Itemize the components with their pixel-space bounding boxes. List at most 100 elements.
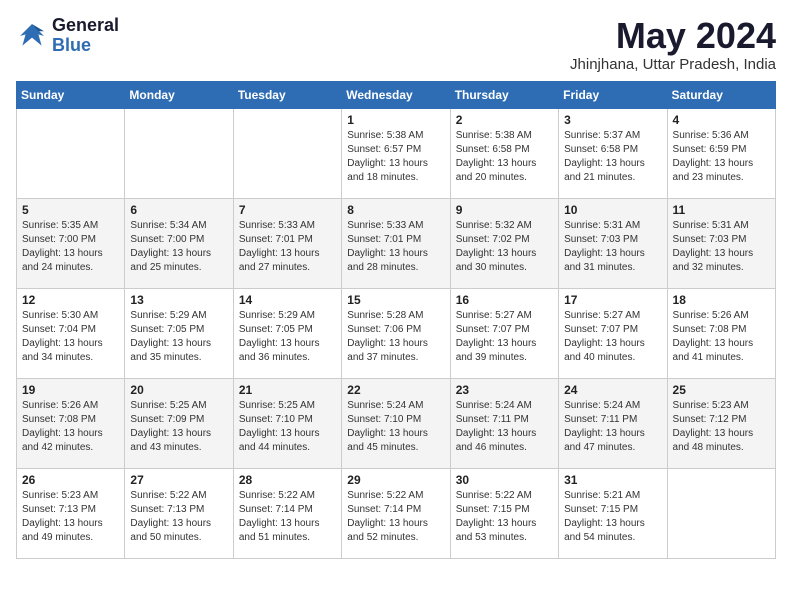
day-number: 14 <box>239 293 336 307</box>
calendar-cell: 11 Sunrise: 5:31 AMSunset: 7:03 PMDayligh… <box>667 198 775 288</box>
day-number: 3 <box>564 113 661 127</box>
cell-content: Sunrise: 5:34 AMSunset: 7:00 PMDaylight:… <box>130 219 227 275</box>
cell-content: Sunrise: 5:38 AMSunset: 6:58 PMDaylight:… <box>456 129 553 185</box>
day-number: 1 <box>347 113 444 127</box>
week-row-2: 5Sunrise: 5:35 AMSunset: 7:00 PMDaylight… <box>17 198 776 288</box>
cell-content: Sunrise: 5:29 AMSunset: 7:05 PMDaylight:… <box>130 309 227 365</box>
day-number: 27 <box>130 473 227 487</box>
month-title: May 2024 <box>570 16 776 56</box>
page-header: General Blue May 2024 Jhinjhana, Uttar P… <box>16 16 776 73</box>
day-number: 16 <box>456 293 553 307</box>
cell-content: Sunrise: 5:23 AMSunset: 7:13 PMDaylight:… <box>22 489 119 545</box>
calendar-cell: 5Sunrise: 5:35 AMSunset: 7:00 PMDaylight… <box>17 198 125 288</box>
cell-content: Sunrise: 5:26 AMSunset: 7:08 PMDaylight:… <box>22 399 119 455</box>
day-number: 17 <box>564 293 661 307</box>
day-number: 24 <box>564 383 661 397</box>
cell-content: Sunrise: 5:22 AMSunset: 7:13 PMDaylight:… <box>130 489 227 545</box>
calendar-cell: 24 Sunrise: 5:24 AMSunset: 7:11 PMDayligh… <box>559 378 667 468</box>
day-number: 12 <box>22 293 119 307</box>
day-number: 31 <box>564 473 661 487</box>
cell-content: Sunrise: 5:33 AMSunset: 7:01 PMDaylight:… <box>239 219 336 275</box>
week-row-5: 26 Sunrise: 5:23 AMSunset: 7:13 PMDayligh… <box>17 468 776 558</box>
day-number: 6 <box>130 203 227 217</box>
calendar-cell: 26 Sunrise: 5:23 AMSunset: 7:13 PMDayligh… <box>17 468 125 558</box>
day-number: 15 <box>347 293 444 307</box>
day-number: 18 <box>673 293 770 307</box>
calendar-cell: 20 Sunrise: 5:25 AMSunset: 7:09 PMDayligh… <box>125 378 233 468</box>
calendar-cell: 9 Sunrise: 5:32 AMSunset: 7:02 PMDaylight… <box>450 198 558 288</box>
calendar-cell <box>125 108 233 198</box>
cell-content: Sunrise: 5:25 AMSunset: 7:09 PMDaylight:… <box>130 399 227 455</box>
cell-content: Sunrise: 5:25 AMSunset: 7:10 PMDaylight:… <box>239 399 336 455</box>
calendar-cell <box>233 108 341 198</box>
calendar-cell: 2Sunrise: 5:38 AMSunset: 6:58 PMDaylight… <box>450 108 558 198</box>
logo-text: General Blue <box>52 16 119 56</box>
calendar-cell: 17 Sunrise: 5:27 AMSunset: 7:07 PMDayligh… <box>559 288 667 378</box>
day-number: 9 <box>456 203 553 217</box>
day-number: 8 <box>347 203 444 217</box>
day-number: 26 <box>22 473 119 487</box>
cell-content: Sunrise: 5:30 AMSunset: 7:04 PMDaylight:… <box>22 309 119 365</box>
day-number: 22 <box>347 383 444 397</box>
calendar-cell: 10 Sunrise: 5:31 AMSunset: 7:03 PMDayligh… <box>559 198 667 288</box>
calendar-cell: 23 Sunrise: 5:24 AMSunset: 7:11 PMDayligh… <box>450 378 558 468</box>
cell-content: Sunrise: 5:24 AMSunset: 7:11 PMDaylight:… <box>456 399 553 455</box>
week-row-4: 19 Sunrise: 5:26 AMSunset: 7:08 PMDayligh… <box>17 378 776 468</box>
week-row-1: 1 Sunrise: 5:38 AMSunset: 6:57 PMDaylight… <box>17 108 776 198</box>
cell-content: Sunrise: 5:31 AMSunset: 7:03 PMDaylight:… <box>673 219 770 275</box>
cell-content: Sunrise: 5:27 AMSunset: 7:07 PMDaylight:… <box>456 309 553 365</box>
logo-icon <box>16 20 48 52</box>
calendar-cell: 13Sunrise: 5:29 AMSunset: 7:05 PMDayligh… <box>125 288 233 378</box>
cell-content: Sunrise: 5:32 AMSunset: 7:02 PMDaylight:… <box>456 219 553 275</box>
cell-content: Sunrise: 5:29 AMSunset: 7:05 PMDaylight:… <box>239 309 336 365</box>
calendar-cell: 31Sunrise: 5:21 AMSunset: 7:15 PMDayligh… <box>559 468 667 558</box>
cell-content: Sunrise: 5:24 AMSunset: 7:11 PMDaylight:… <box>564 399 661 455</box>
week-row-3: 12 Sunrise: 5:30 AMSunset: 7:04 PMDayligh… <box>17 288 776 378</box>
header-cell-monday: Monday <box>125 81 233 108</box>
header-cell-saturday: Saturday <box>667 81 775 108</box>
title-block: May 2024 Jhinjhana, Uttar Pradesh, India <box>570 16 776 73</box>
cell-content: Sunrise: 5:22 AMSunset: 7:15 PMDaylight:… <box>456 489 553 545</box>
cell-content: Sunrise: 5:37 AMSunset: 6:58 PMDaylight:… <box>564 129 661 185</box>
calendar-cell: 6 Sunrise: 5:34 AMSunset: 7:00 PMDaylight… <box>125 198 233 288</box>
day-number: 10 <box>564 203 661 217</box>
calendar-cell: 3 Sunrise: 5:37 AMSunset: 6:58 PMDaylight… <box>559 108 667 198</box>
calendar-table: SundayMondayTuesdayWednesdayThursdayFrid… <box>16 81 776 559</box>
day-number: 20 <box>130 383 227 397</box>
cell-content: Sunrise: 5:23 AMSunset: 7:12 PMDaylight:… <box>673 399 770 455</box>
cell-content: Sunrise: 5:24 AMSunset: 7:10 PMDaylight:… <box>347 399 444 455</box>
calendar-cell: 12 Sunrise: 5:30 AMSunset: 7:04 PMDayligh… <box>17 288 125 378</box>
logo: General Blue <box>16 16 119 56</box>
day-number: 7 <box>239 203 336 217</box>
calendar-cell: 21Sunrise: 5:25 AMSunset: 7:10 PMDayligh… <box>233 378 341 468</box>
calendar-cell: 15Sunrise: 5:28 AMSunset: 7:06 PMDayligh… <box>342 288 450 378</box>
cell-content: Sunrise: 5:38 AMSunset: 6:57 PMDaylight:… <box>347 129 444 185</box>
day-number: 19 <box>22 383 119 397</box>
cell-content: Sunrise: 5:27 AMSunset: 7:07 PMDaylight:… <box>564 309 661 365</box>
day-number: 11 <box>673 203 770 217</box>
header-cell-sunday: Sunday <box>17 81 125 108</box>
header-cell-tuesday: Tuesday <box>233 81 341 108</box>
calendar-cell: 25 Sunrise: 5:23 AMSunset: 7:12 PMDayligh… <box>667 378 775 468</box>
calendar-cell: 29Sunrise: 5:22 AMSunset: 7:14 PMDayligh… <box>342 468 450 558</box>
header-row: SundayMondayTuesdayWednesdayThursdayFrid… <box>17 81 776 108</box>
cell-content: Sunrise: 5:35 AMSunset: 7:00 PMDaylight:… <box>22 219 119 275</box>
header-cell-friday: Friday <box>559 81 667 108</box>
header-cell-thursday: Thursday <box>450 81 558 108</box>
calendar-cell: 28Sunrise: 5:22 AMSunset: 7:14 PMDayligh… <box>233 468 341 558</box>
calendar-cell: 8 Sunrise: 5:33 AMSunset: 7:01 PMDaylight… <box>342 198 450 288</box>
calendar-cell: 1 Sunrise: 5:38 AMSunset: 6:57 PMDaylight… <box>342 108 450 198</box>
calendar-cell <box>667 468 775 558</box>
day-number: 23 <box>456 383 553 397</box>
calendar-cell: 4Sunrise: 5:36 AMSunset: 6:59 PMDaylight… <box>667 108 775 198</box>
day-number: 25 <box>673 383 770 397</box>
calendar-cell: 14 Sunrise: 5:29 AMSunset: 7:05 PMDayligh… <box>233 288 341 378</box>
day-number: 4 <box>673 113 770 127</box>
calendar-cell: 27 Sunrise: 5:22 AMSunset: 7:13 PMDayligh… <box>125 468 233 558</box>
day-number: 30 <box>456 473 553 487</box>
cell-content: Sunrise: 5:33 AMSunset: 7:01 PMDaylight:… <box>347 219 444 275</box>
cell-content: Sunrise: 5:26 AMSunset: 7:08 PMDaylight:… <box>673 309 770 365</box>
cell-content: Sunrise: 5:31 AMSunset: 7:03 PMDaylight:… <box>564 219 661 275</box>
day-number: 28 <box>239 473 336 487</box>
calendar-cell: 18 Sunrise: 5:26 AMSunset: 7:08 PMDayligh… <box>667 288 775 378</box>
